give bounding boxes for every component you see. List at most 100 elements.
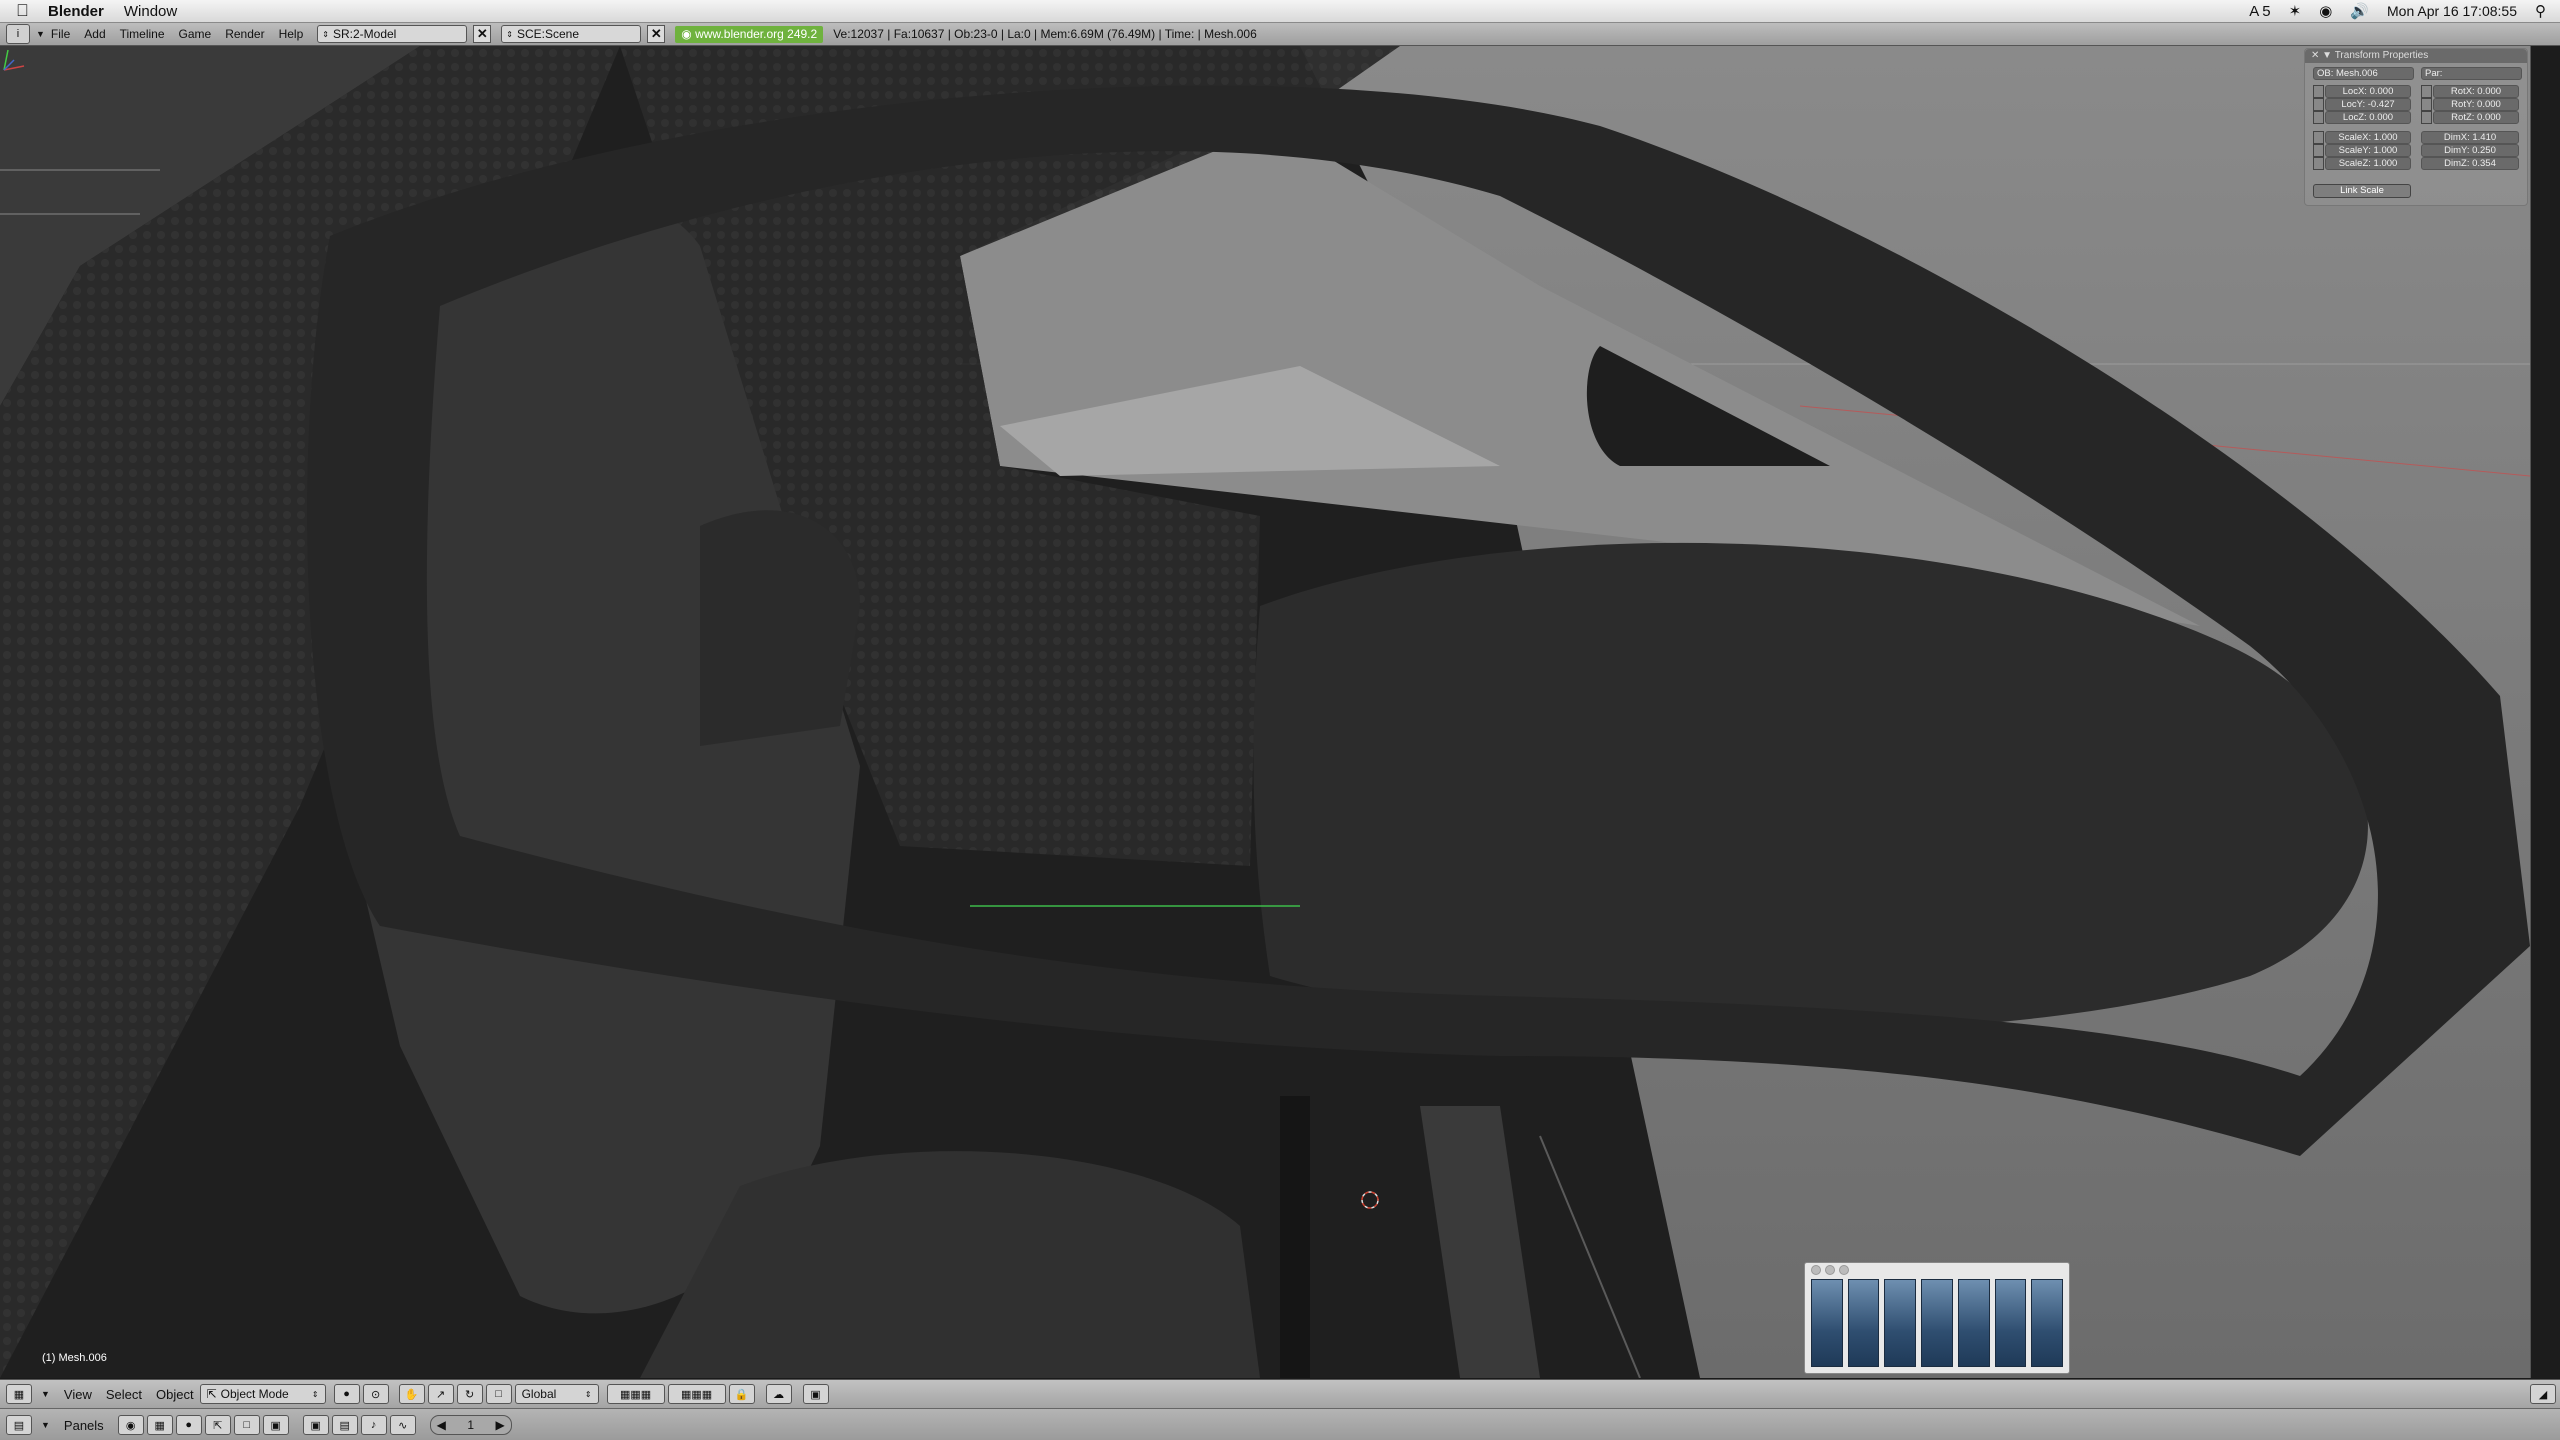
scene-context-button[interactable]: ▣	[262, 1415, 289, 1435]
menu-help[interactable]: Help	[279, 27, 304, 41]
lock-icon[interactable]	[2421, 85, 2432, 98]
solid-sphere-icon: ●	[343, 1388, 350, 1400]
frame-number-field[interactable]: ◀ 1 ▶	[429, 1415, 512, 1435]
volume-icon[interactable]: 🔊	[2350, 2, 2369, 20]
rotate-manipulator-button[interactable]: ↻	[456, 1384, 483, 1404]
spotlight-search-icon[interactable]: ⚲	[2535, 2, 2546, 20]
menu-panels[interactable]: Panels	[64, 1418, 104, 1433]
lock-icon[interactable]	[2313, 157, 2324, 170]
lock-icon[interactable]	[2421, 98, 2432, 111]
window-menu[interactable]: Window	[124, 3, 177, 20]
translate-manipulator-button[interactable]: ↗	[427, 1384, 454, 1404]
menu-game[interactable]: Game	[179, 27, 212, 41]
collapse-icon[interactable]: ▼	[2322, 50, 2332, 61]
lock-layers-button[interactable]: 🔒	[728, 1384, 755, 1404]
zoom-dot[interactable]	[1839, 1265, 1849, 1275]
render-preview-button[interactable]: ☁	[765, 1384, 792, 1404]
menu-file[interactable]: File	[51, 27, 70, 41]
scene-selector[interactable]: ⇕ SCE:Scene	[501, 25, 642, 43]
resize-corner-button[interactable]: ◢	[2530, 1384, 2556, 1404]
menu-select[interactable]: Select	[106, 1387, 142, 1402]
opengl-render-button[interactable]: ▣	[802, 1384, 829, 1404]
viewport-scrollbar[interactable]	[2530, 46, 2560, 1378]
menu-timeline[interactable]: Timeline	[120, 27, 165, 41]
editor-type-button[interactable]: ▦	[6, 1384, 32, 1404]
app-menu[interactable]: Blender	[48, 3, 104, 20]
widget-toggle-button[interactable]: ✋	[398, 1384, 425, 1404]
editor-type-button[interactable]: i	[6, 24, 30, 44]
anim-buttons-button[interactable]: ▤	[331, 1415, 358, 1435]
loc-x-field[interactable]: LocX: 0.000	[2325, 85, 2411, 98]
lock-icon[interactable]	[2421, 111, 2432, 124]
parent-field[interactable]: Par:	[2421, 67, 2522, 80]
dim-y-field[interactable]: DimY: 0.250	[2421, 144, 2519, 157]
logic-icon: ◉	[125, 1419, 136, 1432]
menu-object[interactable]: Object	[156, 1387, 194, 1402]
adobe-icon: A	[2249, 2, 2260, 20]
pivot-button[interactable]: ⊙	[362, 1384, 389, 1404]
menu-add[interactable]: Add	[84, 27, 105, 41]
lock-icon[interactable]	[2313, 98, 2324, 111]
menu-render[interactable]: Render	[225, 27, 264, 41]
editing-context-button[interactable]: □	[233, 1415, 260, 1435]
loc-y-field[interactable]: LocY: -0.427	[2325, 98, 2411, 111]
wifi-icon[interactable]: ◉	[2319, 2, 2332, 20]
shading-icon: ●	[185, 1419, 192, 1431]
delete-screen-button[interactable]: ✕	[473, 25, 492, 43]
script-icon: ▦	[154, 1419, 165, 1432]
lock-icon[interactable]	[2313, 131, 2324, 144]
apple-icon[interactable]: 	[16, 2, 34, 20]
draw-type-button[interactable]: ●	[333, 1384, 360, 1404]
collapse-menus-icon[interactable]: ▼	[41, 1389, 50, 1399]
render-buttons-button[interactable]: ▣	[302, 1415, 329, 1435]
mode-selector[interactable]: ⇱ Object Mode ⇕	[199, 1384, 326, 1404]
rot-y-field[interactable]: RotY: 0.000	[2433, 98, 2519, 111]
sound-buttons-button[interactable]: ♪	[360, 1415, 387, 1435]
dim-z-field[interactable]: DimZ: 0.354	[2421, 157, 2519, 170]
orientation-selector[interactable]: Global ⇕	[514, 1384, 599, 1404]
panel-title[interactable]: ✕ ▼ Transform Properties	[2305, 49, 2527, 63]
script-context-button[interactable]: ▦	[146, 1415, 173, 1435]
layer-buttons-1[interactable]: ▦▦▦	[606, 1384, 665, 1404]
close-dot[interactable]	[1811, 1265, 1821, 1275]
close-icon[interactable]: ✕	[2311, 50, 2319, 61]
3d-viewport[interactable]: (1) Mesh.006	[0, 46, 2530, 1378]
scale-manipulator-button[interactable]: □	[485, 1384, 512, 1404]
scale-z-field[interactable]: ScaleZ: 1.000	[2325, 157, 2411, 170]
lock-icon[interactable]	[2313, 144, 2324, 157]
editor-type-button[interactable]: ▤	[6, 1415, 32, 1435]
blender-url-badge[interactable]: ◉ www.blender.org 249.2	[675, 25, 824, 43]
world-buttons-button[interactable]: ∿	[389, 1415, 416, 1435]
spaces-widget[interactable]	[1804, 1262, 2070, 1374]
minimize-dot[interactable]	[1825, 1265, 1835, 1275]
scale-x-field[interactable]: ScaleX: 1.000	[2325, 131, 2411, 144]
delete-scene-button[interactable]: ✕	[647, 25, 666, 43]
lock-icon[interactable]	[2313, 111, 2324, 124]
bluetooth-icon[interactable]: ✶	[2289, 2, 2302, 20]
lock-icon[interactable]	[2313, 85, 2324, 98]
decrement-arrow-icon[interactable]: ◀	[437, 1418, 446, 1432]
object-name-field[interactable]: OB: Mesh.006	[2313, 67, 2414, 80]
transform-properties-panel[interactable]: ✕ ▼ Transform Properties OB: Mesh.006 Pa…	[2304, 48, 2528, 206]
collapse-menus-icon[interactable]: ▼	[41, 1420, 50, 1430]
logic-context-button[interactable]: ◉	[117, 1415, 144, 1435]
link-scale-button[interactable]: Link Scale	[2313, 184, 2411, 198]
screen-name: SR:2-Model	[332, 27, 397, 41]
shading-context-button[interactable]: ●	[175, 1415, 202, 1435]
collapse-menus-icon[interactable]: ▼	[36, 29, 45, 39]
meter-bar	[1811, 1279, 1843, 1367]
menu-view[interactable]: View	[64, 1387, 92, 1402]
clock[interactable]: Mon Apr 16 17:08:55	[2387, 3, 2517, 19]
screen-selector[interactable]: ⇕ SR:2-Model	[317, 25, 468, 43]
rot-x-field[interactable]: RotX: 0.000	[2433, 85, 2519, 98]
scale-y-field[interactable]: ScaleY: 1.000	[2325, 144, 2411, 157]
object-context-button[interactable]: ⇱	[204, 1415, 231, 1435]
loc-z-field[interactable]: LocZ: 0.000	[2325, 111, 2411, 124]
render-icon: ▣	[310, 1419, 321, 1432]
increment-arrow-icon[interactable]: ▶	[495, 1418, 504, 1432]
dim-x-field[interactable]: DimX: 1.410	[2421, 131, 2519, 144]
layer-buttons-2[interactable]: ▦▦▦	[667, 1384, 726, 1404]
status-badge[interactable]: A 5	[2249, 3, 2270, 20]
rot-z-field[interactable]: RotZ: 0.000	[2433, 111, 2519, 124]
object-mode-icon: ⇱	[206, 1387, 217, 1401]
